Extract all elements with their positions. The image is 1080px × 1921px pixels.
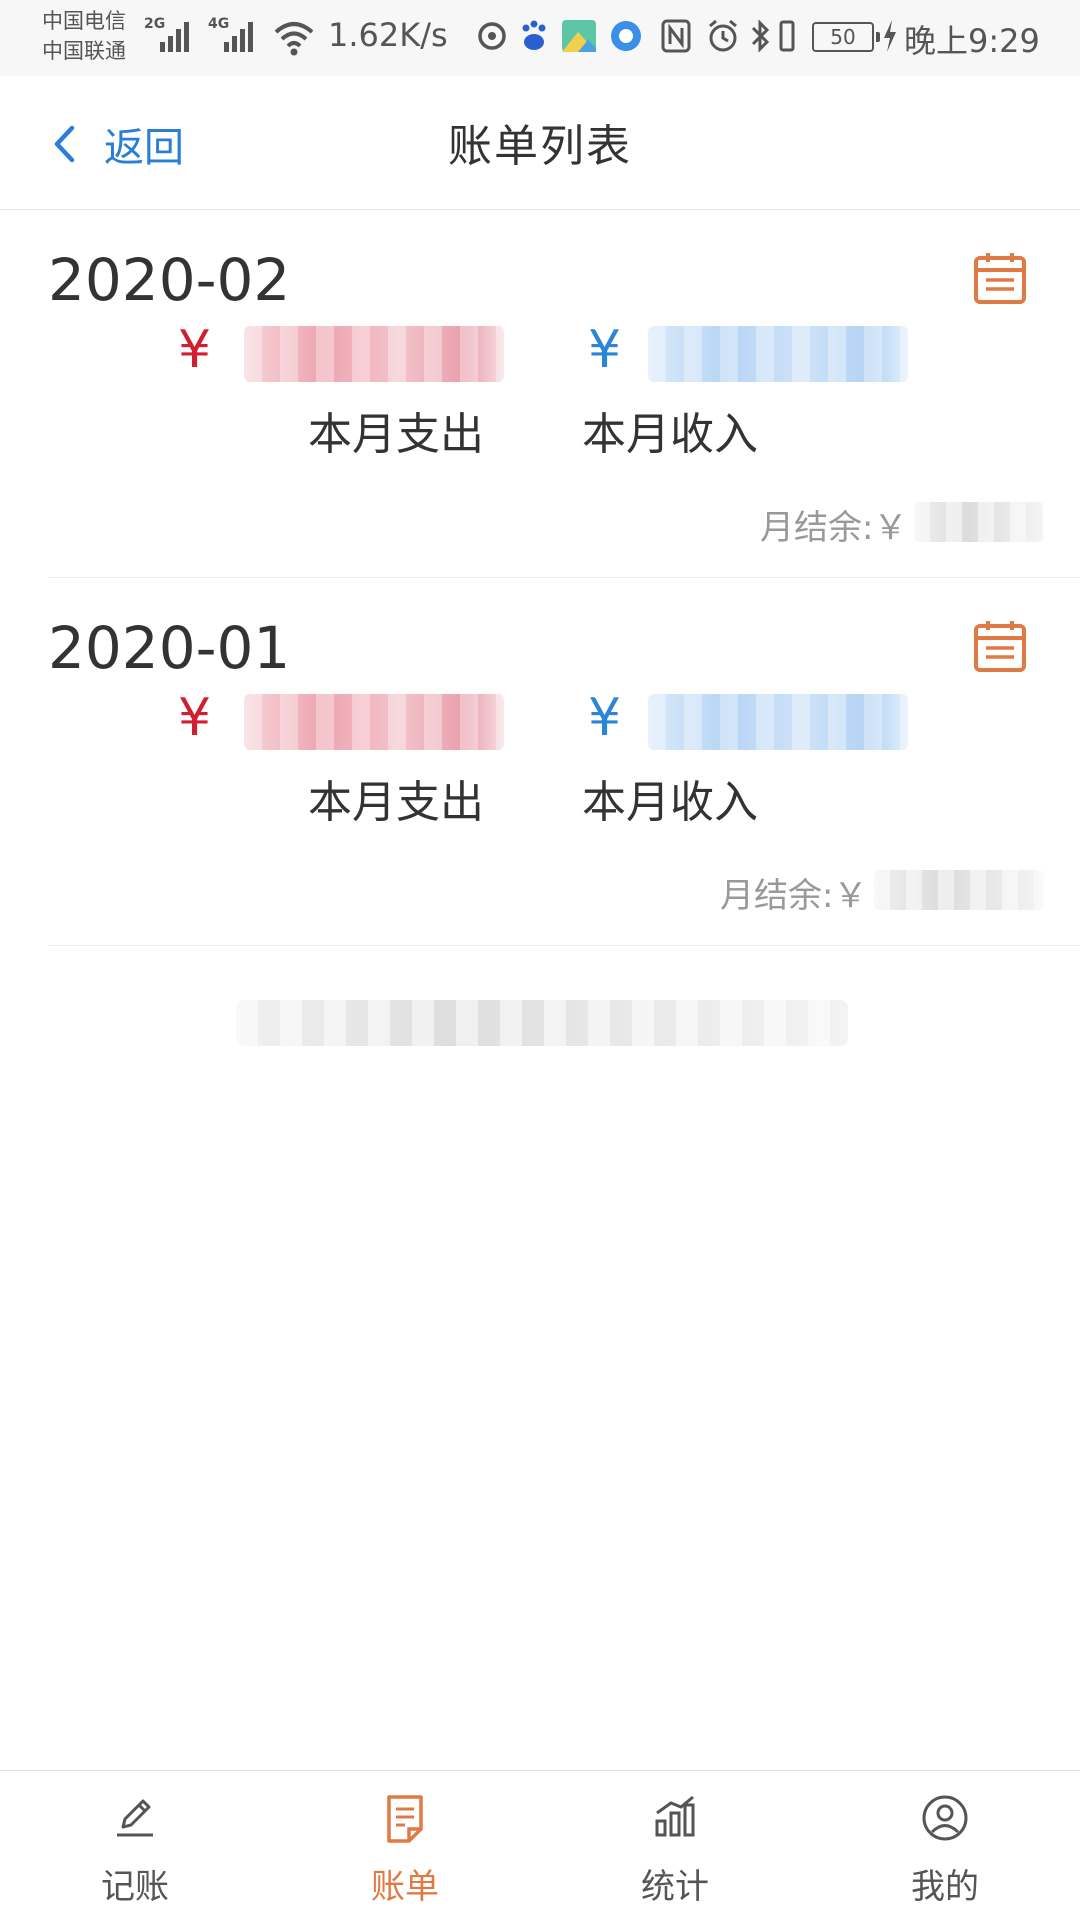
balance-label: 月结余:￥ <box>720 876 868 916</box>
tab-mine[interactable]: 我的 <box>810 1771 1080 1921</box>
balance-label: 月结余:￥ <box>760 508 908 548</box>
bill-month: 2020-01 <box>48 614 291 682</box>
nfc-icon <box>661 19 691 53</box>
bluetooth-icon <box>751 19 770 53</box>
user-icon <box>922 1795 968 1841</box>
income-amount-redacted <box>648 326 908 382</box>
bill-card-2020-01[interactable]: 2020-01 ¥ ¥ 本月支出 本月收入 月结余:￥ <box>48 578 1080 946</box>
charging-icon <box>884 20 896 52</box>
bill-card-2020-02[interactable]: 2020-02 ¥ ¥ 本月支出 本月收入 月结余:￥ <box>48 210 1080 578</box>
balance-amount-redacted <box>914 502 1044 542</box>
calendar-icon[interactable] <box>972 618 1028 674</box>
tab-label: 我的 <box>911 1867 979 1907</box>
calendar-icon[interactable] <box>972 250 1028 306</box>
clock: 晚上9:29 <box>904 22 1040 60</box>
carrier-info: 中国电信 中国联通 <box>42 6 126 66</box>
expense-label: 本月支出 <box>308 409 484 460</box>
battery-indicator: 50 <box>812 22 880 52</box>
chart-icon <box>655 1795 695 1837</box>
nav-bar: 返回 账单列表 <box>0 76 1080 210</box>
alarm-icon <box>709 19 737 52</box>
pencil-icon <box>117 1799 153 1837</box>
tab-label: 记账 <box>101 1867 169 1907</box>
expense-currency: ¥ <box>178 320 212 380</box>
load-more-hint-redacted[interactable] <box>236 1000 848 1046</box>
bill-icon <box>387 1795 423 1843</box>
tab-label: 账单 <box>371 1867 439 1907</box>
tab-bills[interactable]: 账单 <box>270 1771 540 1921</box>
expense-currency: ¥ <box>178 688 212 748</box>
expense-label: 本月支出 <box>308 777 484 828</box>
bill-month: 2020-02 <box>48 246 291 314</box>
income-currency: ¥ <box>588 688 622 748</box>
tab-statistics[interactable]: 统计 <box>540 1771 810 1921</box>
browser-app-icon <box>611 21 641 51</box>
expense-amount-redacted <box>244 326 504 382</box>
vibrate-icon <box>779 20 795 52</box>
netease-music-icon <box>478 22 506 50</box>
status-bar: 中国电信 中国联通 2G 4G 1.62K/s 50 晚上9:29 <box>0 0 1080 76</box>
carrier-2: 中国联通 <box>42 39 126 63</box>
tab-record[interactable]: 记账 <box>0 1771 270 1921</box>
baidu-icon <box>522 20 546 50</box>
gallery-app-icon <box>562 20 596 52</box>
wifi-icon <box>274 22 314 56</box>
tab-label: 统计 <box>641 1867 709 1907</box>
balance-amount-redacted <box>874 870 1044 910</box>
network-speed: 1.62K/s <box>328 16 448 54</box>
income-label: 本月收入 <box>582 777 758 828</box>
income-label: 本月收入 <box>582 409 758 460</box>
page-title: 账单列表 <box>448 121 632 172</box>
expense-amount-redacted <box>244 694 504 750</box>
carrier-1: 中国电信 <box>42 9 126 33</box>
income-amount-redacted <box>648 694 908 750</box>
income-currency: ¥ <box>588 320 622 380</box>
bottom-tab-bar: 记账 账单 统计 我的 <box>0 1770 1080 1920</box>
